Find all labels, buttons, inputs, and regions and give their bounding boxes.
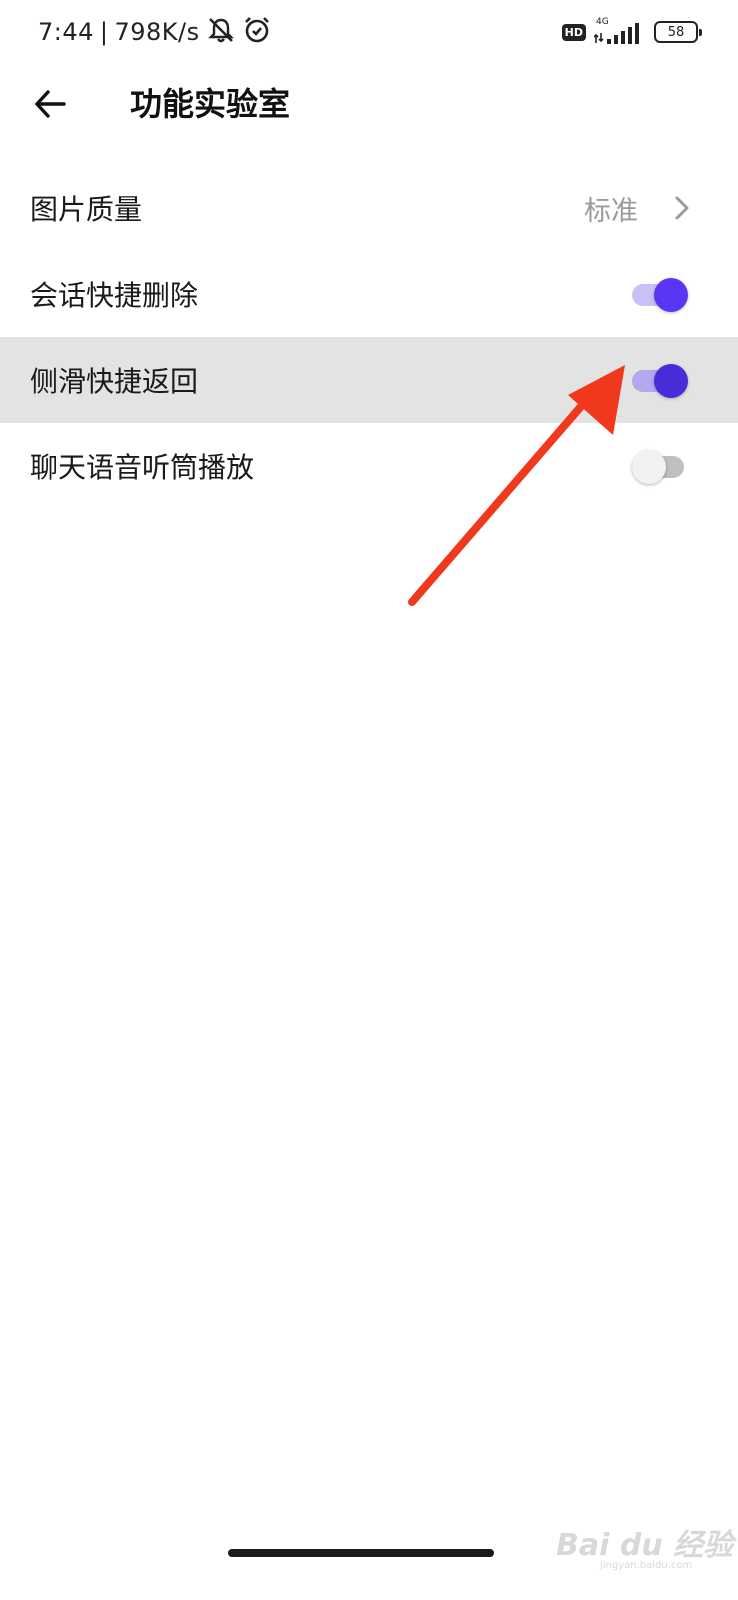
status-bar: 7:44 | 798K/s HD 4G 58: [0, 0, 738, 64]
status-right: HD 4G 58: [561, 16, 702, 48]
battery-icon: 58: [654, 21, 702, 43]
earpiece-playback-toggle[interactable]: [632, 448, 690, 484]
annotation-arrow-icon: [408, 365, 625, 606]
status-separator: |: [99, 18, 109, 46]
watermark-brand: Bai du 经验: [556, 1528, 734, 1563]
toggle-knob: [654, 364, 688, 398]
swipe-back-toggle[interactable]: [632, 362, 690, 398]
setting-label: 会话快捷删除: [30, 279, 199, 312]
setting-label: 侧滑快捷返回: [30, 365, 199, 398]
status-left: 7:44 | 798K/s: [38, 14, 272, 50]
signal-icon: 4G: [594, 17, 644, 47]
setting-label: 图片质量: [30, 193, 143, 226]
setting-label: 聊天语音听筒播放: [30, 451, 255, 484]
hd-badge: HD: [561, 23, 586, 41]
setting-row-image-quality[interactable]: 图片质量 标准: [0, 165, 738, 251]
setting-row-quick-delete: 会话快捷删除: [0, 251, 738, 337]
arrow-left-icon: [35, 90, 66, 118]
setting-value: 标准: [584, 195, 638, 227]
status-time: 7:44: [38, 18, 94, 46]
toggle-knob: [654, 278, 688, 312]
status-network-speed: 798K/s: [114, 18, 200, 46]
chevron-right-icon: [675, 196, 689, 220]
home-indicator[interactable]: [228, 1549, 494, 1557]
app-bar: 功能实验室: [0, 64, 738, 144]
mute-icon: [206, 16, 236, 48]
back-button[interactable]: [28, 82, 72, 126]
watermark-url: jingyan.baidu.com: [600, 1560, 693, 1571]
battery-level: 58: [667, 24, 685, 40]
alarm-icon: [242, 16, 272, 48]
quick-delete-toggle[interactable]: [632, 276, 690, 312]
page-title: 功能实验室: [130, 85, 291, 123]
